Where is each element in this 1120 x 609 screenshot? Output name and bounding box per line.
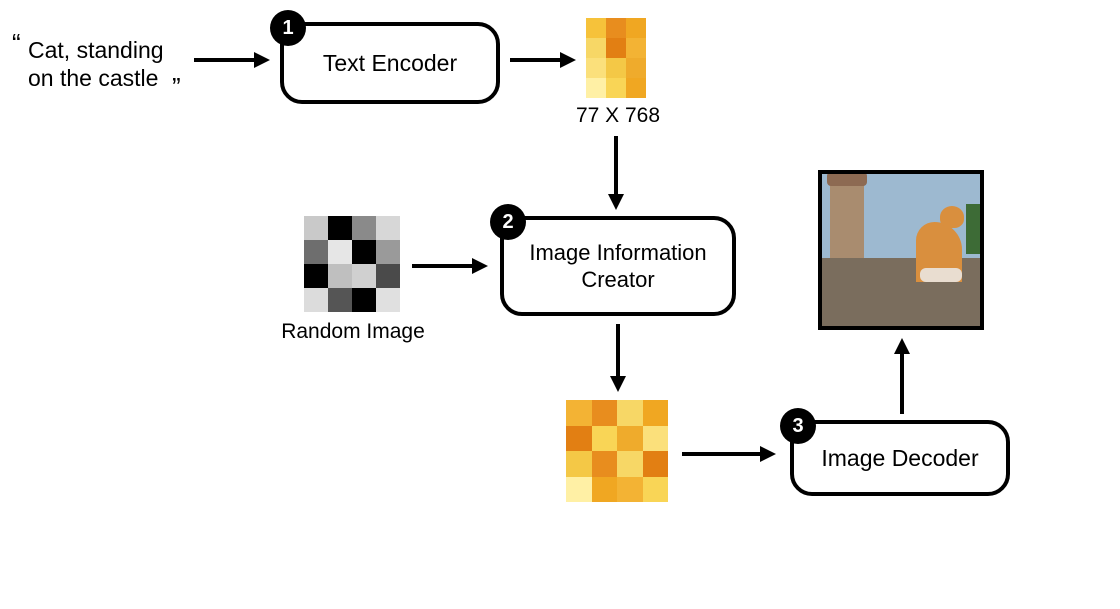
image-decoder-label: Image Decoder (821, 444, 978, 473)
image-info-creator-label: Image Information Creator (529, 239, 706, 294)
encoder-output-dim: 77 X 768 (566, 104, 670, 128)
arrow-random-to-creator (410, 256, 490, 276)
image-decoder-node: Image Decoder (790, 420, 1010, 496)
random-image-caption: Random Image (278, 320, 428, 344)
output-image (818, 170, 984, 330)
image-info-creator-node: Image Information Creator (500, 216, 736, 316)
encoder-output-grid (586, 18, 646, 98)
prompt-line2: on the castle (28, 64, 158, 93)
arrow-latent-to-decoder (680, 444, 778, 464)
text-encoder-badge: 1 (270, 10, 306, 46)
prompt-line1: Cat, standing (28, 36, 164, 65)
arrow-encoder-to-embedding (508, 50, 578, 70)
open-quote: “ (12, 28, 21, 59)
arrow-embedding-to-creator (606, 134, 626, 212)
close-quote: ” (172, 72, 181, 103)
image-decoder-badge: 3 (780, 408, 816, 444)
text-encoder-node: Text Encoder (280, 22, 500, 104)
creator-output-grid (566, 400, 668, 502)
arrow-prompt-to-encoder (192, 50, 272, 70)
arrow-creator-to-latent (608, 322, 628, 394)
text-encoder-label: Text Encoder (323, 49, 457, 78)
diagram-canvas: “ Cat, standing on the castle ” Text Enc… (0, 0, 1120, 609)
image-info-creator-badge: 2 (490, 204, 526, 240)
arrow-decoder-to-output (892, 336, 912, 416)
random-image-grid (304, 216, 400, 312)
